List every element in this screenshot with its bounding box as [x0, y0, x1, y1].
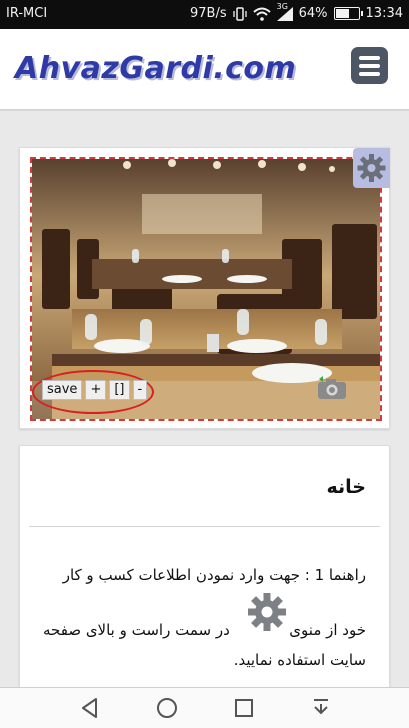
wifi-icon	[252, 7, 271, 21]
help-line-2-end: در سمت راست و بالای صفحه	[43, 621, 230, 639]
image-toolbar: save + [] -	[42, 380, 148, 400]
network-speed: 97B/s	[190, 6, 227, 21]
battery-icon	[333, 7, 363, 20]
clock: 13:34	[365, 6, 403, 21]
carrier-name: IR-MCI	[6, 6, 48, 21]
recents-icon[interactable]	[232, 696, 256, 720]
gear-icon	[357, 154, 386, 182]
home-icon[interactable]	[155, 696, 179, 720]
status-bar: IR-MCI 97B/s 3G 64% 13:34	[0, 0, 409, 29]
signal-icon: 3G	[276, 2, 293, 21]
site-header: AhvazGardi.com	[0, 29, 409, 111]
divider	[29, 526, 380, 527]
system-navigation-bar	[0, 687, 409, 728]
back-icon[interactable]	[78, 696, 102, 720]
card-title: خانه	[326, 476, 366, 498]
site-logo[interactable]: AhvazGardi.com	[15, 51, 296, 86]
notification-pull-icon[interactable]	[309, 696, 333, 720]
help-line-2-start: خود از منوی	[289, 621, 366, 639]
battery-percent: 64%	[298, 6, 328, 21]
save-button[interactable]: save	[42, 380, 83, 400]
hamburger-icon	[359, 56, 380, 60]
zoom-out-button[interactable]: -	[132, 380, 148, 400]
hamburger-icon-line	[359, 64, 380, 68]
gear-icon	[248, 593, 286, 631]
vibrate-icon	[232, 6, 247, 21]
help-line-1: راهنما 1 : جهت وارد نمودن اطلاعات کسب و …	[62, 566, 366, 584]
fit-button[interactable]: []	[109, 380, 130, 400]
zoom-in-button[interactable]: +	[85, 380, 107, 400]
menu-button[interactable]	[351, 47, 388, 84]
camera-icon[interactable]	[317, 376, 347, 400]
settings-button[interactable]	[353, 148, 390, 188]
help-line-3: سایت استفاده نمایید.	[233, 651, 366, 669]
info-card: خانه راهنما 1 : جهت وارد نمودن اطلاعات ک…	[19, 445, 390, 692]
hamburger-icon-line	[359, 72, 380, 76]
image-card: save + [] -	[19, 147, 390, 429]
